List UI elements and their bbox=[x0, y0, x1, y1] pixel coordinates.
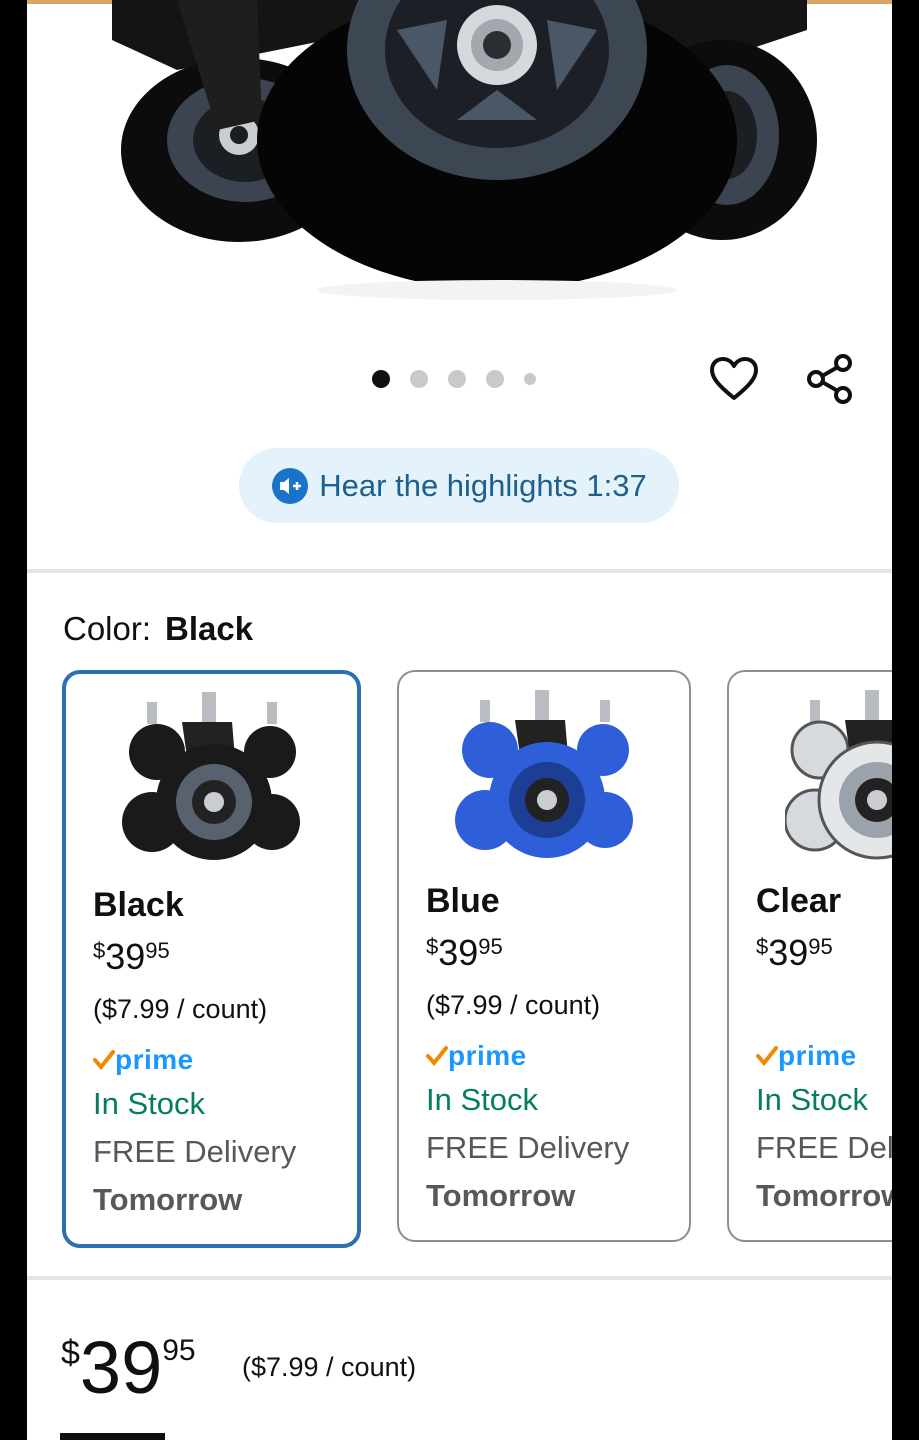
price-currency: $ bbox=[61, 1334, 80, 1372]
stock-status: In Stock bbox=[756, 1082, 868, 1117]
swatch-price: $3995 bbox=[756, 932, 833, 974]
swatch-clear[interactable]: Clear $3995 prime In Stock FREE Delivery… bbox=[727, 670, 892, 1242]
swatch-name: Blue bbox=[426, 882, 500, 920]
stock-status: In Stock bbox=[93, 1086, 205, 1121]
swatch-name: Black bbox=[93, 886, 184, 924]
swatch-image-black bbox=[122, 692, 300, 860]
delivery-label: FREE Delivery bbox=[756, 1130, 892, 1165]
swatch-unit-price: ($7.99 / count) bbox=[426, 990, 601, 1020]
share-icon bbox=[807, 354, 852, 404]
pagination-dot-active[interactable] bbox=[372, 370, 390, 388]
swatch-unit-price: ($7.99 / count) bbox=[93, 994, 268, 1024]
prime-badge: prime bbox=[426, 1040, 527, 1072]
hear-highlights-button[interactable]: Hear the highlights 1:37 bbox=[239, 448, 679, 523]
price-fraction: 95 bbox=[145, 938, 170, 963]
swatch-name: Clear bbox=[756, 882, 842, 920]
audio-speaker-icon bbox=[272, 467, 309, 504]
image-pagination[interactable] bbox=[372, 370, 536, 388]
prime-badge: prime bbox=[756, 1040, 857, 1072]
delivery-label: FREE Delivery bbox=[426, 1130, 630, 1165]
prime-badge: prime bbox=[93, 1044, 194, 1076]
swatch-price: $3995 bbox=[426, 932, 503, 974]
price-currency: $ bbox=[93, 938, 106, 963]
pagination-dot[interactable] bbox=[486, 370, 504, 388]
price-fraction: 95 bbox=[808, 934, 833, 959]
price-currency: $ bbox=[426, 934, 439, 959]
swatch-black[interactable]: Black $3995 ($7.99 / count) prime In Sto… bbox=[62, 670, 361, 1248]
product-page: Hear the highlights 1:37 Color: Black Bl… bbox=[27, 0, 892, 1440]
swatch-price: $3995 bbox=[93, 936, 170, 978]
share-button[interactable] bbox=[803, 352, 857, 406]
delivery-date: Tomorrow bbox=[93, 1182, 243, 1217]
price-fraction: 95 bbox=[162, 1334, 196, 1367]
price-currency: $ bbox=[756, 934, 769, 959]
prime-label: prime bbox=[448, 1040, 527, 1071]
selected-color-value: Black bbox=[165, 610, 254, 647]
hear-highlights-label: Hear the highlights 1:37 bbox=[319, 467, 647, 503]
product-price: $3995 bbox=[61, 1328, 196, 1408]
add-to-wishlist-button[interactable] bbox=[707, 352, 761, 406]
price-fraction: 95 bbox=[478, 934, 503, 959]
color-label: Color: bbox=[63, 610, 152, 647]
pagination-dot[interactable] bbox=[410, 370, 428, 388]
swatch-image-blue bbox=[455, 690, 633, 858]
delivery-date: Tomorrow bbox=[756, 1178, 892, 1213]
pagination-dot[interactable] bbox=[524, 373, 536, 385]
prime-check-icon bbox=[93, 1050, 115, 1070]
price-whole: 39 bbox=[105, 936, 146, 977]
swatch-image-clear bbox=[785, 690, 892, 860]
color-selector-label: Color: Black bbox=[63, 610, 253, 648]
bottom-cutoff-element bbox=[60, 1433, 165, 1440]
product-image[interactable] bbox=[27, 0, 892, 330]
delivery-label: FREE Delivery bbox=[93, 1134, 297, 1169]
prime-label: prime bbox=[115, 1044, 194, 1075]
price-whole: 39 bbox=[768, 932, 809, 973]
product-unit-price: ($7.99 / count) bbox=[242, 1352, 417, 1382]
prime-label: prime bbox=[778, 1040, 857, 1071]
price-whole: 39 bbox=[79, 1326, 163, 1409]
section-divider bbox=[27, 569, 892, 573]
pagination-dot[interactable] bbox=[448, 370, 466, 388]
delivery-date: Tomorrow bbox=[426, 1178, 576, 1213]
swatch-blue[interactable]: Blue $3995 ($7.99 / count) prime In Stoc… bbox=[397, 670, 691, 1242]
prime-check-icon bbox=[756, 1046, 778, 1066]
heart-icon bbox=[710, 357, 758, 400]
section-divider bbox=[27, 1276, 892, 1280]
stock-status: In Stock bbox=[426, 1082, 538, 1117]
price-whole: 39 bbox=[438, 932, 479, 973]
prime-check-icon bbox=[426, 1046, 448, 1066]
color-swatch-list[interactable]: Black $3995 ($7.99 / count) prime In Sto… bbox=[27, 670, 892, 1250]
